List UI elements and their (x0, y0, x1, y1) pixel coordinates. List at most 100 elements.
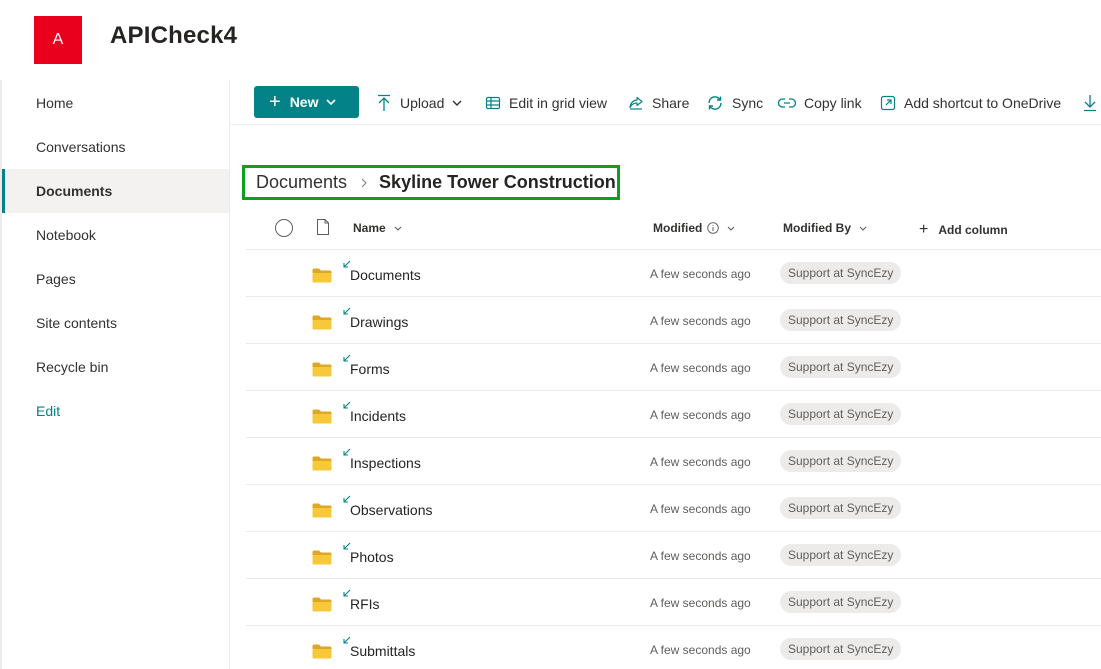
folder-icon (312, 503, 332, 518)
item-modified-by[interactable]: Support at SyncEzy (780, 638, 902, 660)
copy-link-button[interactable]: Copy link (778, 93, 862, 113)
add-column-label: Add column (938, 223, 1008, 237)
list-item[interactable]: Observations A few seconds ago Support a… (246, 485, 1101, 532)
list-item[interactable]: Forms A few seconds ago Support at SyncE… (246, 344, 1101, 391)
column-name-label: Name (353, 221, 386, 235)
list-item[interactable]: RFIs A few seconds ago Support at SyncEz… (246, 579, 1101, 626)
chevron-down-icon (394, 226, 402, 231)
file-type-icon[interactable] (316, 219, 330, 235)
info-icon (707, 222, 720, 234)
item-name-link[interactable]: Incidents (350, 408, 406, 424)
sidebar-item-pages[interactable]: Pages (2, 257, 229, 301)
sidebar-nav: Home Conversations Documents Notebook Pa… (2, 80, 230, 669)
item-modified: A few seconds ago (650, 314, 751, 328)
plus-icon: + (269, 91, 281, 113)
item-modified-by[interactable]: Support at SyncEzy (780, 356, 902, 378)
item-modified-by[interactable]: Support at SyncEzy (780, 403, 902, 425)
share-button[interactable]: Share (628, 93, 689, 113)
chevron-down-icon (859, 226, 867, 231)
breadcrumb-current: Skyline Tower Construction (379, 172, 616, 192)
sidebar-item-site-contents[interactable]: Site contents (2, 301, 229, 345)
item-name-link[interactable]: Drawings (350, 314, 408, 330)
folder-icon (312, 550, 332, 565)
chevron-down-icon (326, 99, 337, 105)
download-button[interactable] (1083, 93, 1101, 113)
download-icon (1084, 95, 1096, 112)
upload-icon (378, 94, 390, 111)
list-item[interactable]: Photos A few seconds ago Support at Sync… (246, 532, 1101, 579)
item-modified-by[interactable]: Support at SyncEzy (780, 591, 902, 613)
list-item[interactable]: Submittals A few seconds ago Support at … (246, 626, 1101, 669)
sidebar-item-recycle-bin[interactable]: Recycle bin (2, 345, 229, 389)
plus-icon: + (919, 221, 929, 238)
folder-icon (312, 409, 332, 424)
site-logo[interactable]: A (34, 16, 82, 64)
upload-button[interactable]: Upload (376, 93, 470, 113)
item-name-link[interactable]: Photos (350, 549, 394, 565)
item-name-link[interactable]: RFIs (350, 596, 380, 612)
item-name-link[interactable]: Forms (350, 361, 390, 377)
folder-icon (312, 362, 332, 377)
share-label: Share (652, 95, 690, 111)
item-modified: A few seconds ago (650, 361, 751, 375)
sidebar-edit-link[interactable]: Edit (2, 389, 229, 433)
chevron-down-icon (452, 100, 462, 106)
sync-label: Sync (732, 95, 764, 111)
chevron-down-icon (727, 226, 735, 231)
edit-grid-view-button[interactable]: Edit in grid view (485, 93, 607, 113)
site-title[interactable]: APICheck4 (110, 22, 237, 50)
list-header: Name Modified Modified By + Add column (246, 207, 1101, 250)
item-modified: A few seconds ago (650, 502, 751, 516)
column-header-modified-by[interactable]: Modified By (783, 221, 867, 235)
edit-grid-view-label: Edit in grid view (509, 95, 608, 111)
folder-icon (312, 597, 332, 612)
item-modified-by[interactable]: Support at SyncEzy (780, 309, 902, 331)
sync-icon (708, 96, 722, 110)
column-header-name[interactable]: Name (353, 221, 402, 235)
list-item[interactable]: Incidents A few seconds ago Support at S… (246, 391, 1101, 438)
item-modified: A few seconds ago (650, 408, 751, 422)
add-shortcut-onedrive-button[interactable]: Add shortcut to OneDrive (880, 93, 1061, 113)
list-item[interactable]: Inspections A few seconds ago Support at… (246, 438, 1101, 485)
item-modified: A few seconds ago (650, 549, 751, 563)
chevron-right-icon (361, 178, 367, 187)
folder-icon (312, 644, 332, 659)
item-name-link[interactable]: Inspections (350, 455, 421, 471)
link-icon (778, 98, 796, 108)
folder-icon (312, 268, 332, 283)
breadcrumb: Documents Skyline Tower Construction (242, 165, 620, 200)
share-icon (629, 96, 643, 110)
item-modified-by[interactable]: Support at SyncEzy (780, 450, 902, 472)
breadcrumb-root-link[interactable]: Documents (256, 172, 347, 193)
grid-icon (485, 96, 501, 110)
folder-icon (312, 315, 332, 330)
add-shortcut-label: Add shortcut to OneDrive (904, 95, 1062, 111)
item-modified: A few seconds ago (650, 267, 751, 281)
sidebar-item-home[interactable]: Home (2, 81, 229, 125)
item-name-link[interactable]: Submittals (350, 643, 415, 659)
sidebar-item-conversations[interactable]: Conversations (2, 125, 229, 169)
item-name-link[interactable]: Observations (350, 502, 432, 518)
select-all-checkbox[interactable] (275, 219, 293, 237)
sidebar-item-notebook[interactable]: Notebook (2, 213, 229, 257)
item-modified-by[interactable]: Support at SyncEzy (780, 497, 902, 519)
site-header: A APICheck4 (0, 0, 1101, 80)
new-button[interactable]: + New (254, 86, 359, 118)
item-modified: A few seconds ago (650, 596, 751, 610)
sync-button[interactable]: Sync (706, 93, 763, 113)
item-name-link[interactable]: Documents (350, 267, 421, 283)
list-item[interactable]: Documents A few seconds ago Support at S… (246, 250, 1101, 297)
new-button-label: New (289, 94, 319, 110)
column-modified-label: Modified (653, 221, 703, 235)
item-modified-by[interactable]: Support at SyncEzy (780, 262, 902, 284)
shortcut-icon (880, 95, 896, 111)
list-item[interactable]: Drawings A few seconds ago Support at Sy… (246, 297, 1101, 344)
item-modified: A few seconds ago (650, 643, 751, 657)
command-bar: + New Upload Edit in grid view Share Syn… (231, 80, 1101, 125)
upload-label: Upload (400, 95, 445, 111)
sidebar-item-documents[interactable]: Documents (2, 169, 229, 213)
item-modified-by[interactable]: Support at SyncEzy (780, 544, 902, 566)
add-column-button[interactable]: + Add column (919, 221, 1008, 239)
copy-link-label: Copy link (804, 95, 862, 111)
column-header-modified[interactable]: Modified (653, 221, 735, 235)
